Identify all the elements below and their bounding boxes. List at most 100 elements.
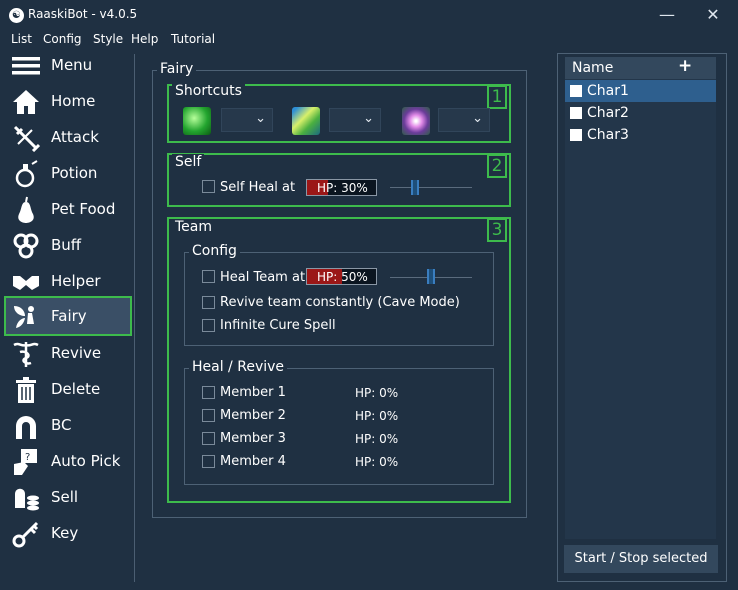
menu-config[interactable]: Config [43,32,82,46]
member-3-checkbox[interactable] [202,432,215,445]
char-row-1[interactable]: Char1 [565,80,716,102]
svg-text:?: ? [25,452,30,463]
wind-skill-icon [292,107,320,135]
sidebar-item-label: Fairy [51,307,87,325]
hamburger-icon [12,57,40,75]
sidebar-item-label: Potion [51,164,98,182]
house-icon [13,90,39,114]
add-char-button[interactable]: + [678,56,692,76]
char-3-name: Char3 [587,127,629,143]
infinite-cure-label: Infinite Cure Spell [220,318,336,333]
self-title: Self [172,154,205,170]
self-badge: 2 [487,154,507,178]
sidebar-item-label: Helper [51,272,101,290]
pear-icon [18,196,34,223]
sidebar-item-label: Delete [51,380,101,398]
trash-icon [16,377,36,403]
sidebar-item-home[interactable]: Home [4,84,132,120]
self-heal-slider-track[interactable] [390,187,472,188]
coins-icon [15,488,39,511]
fairy-icon [14,306,34,328]
shortcuts-title: Shortcuts [172,83,245,99]
sidebar-divider [134,54,135,582]
sidebar-item-label: Revive [51,344,102,362]
member-4-label: Member 4 [220,454,286,469]
self-heal-checkbox[interactable] [202,180,215,193]
revive-constantly-label: Revive team constantly (Cave Mode) [220,295,460,310]
infinite-cure-checkbox[interactable] [202,319,215,332]
sidebar-item-sell[interactable]: Sell [4,480,132,516]
shortcut-dropdown-2[interactable]: ⌄ [329,108,381,132]
member-2-label: Member 2 [220,408,286,423]
heal-team-label: Heal Team at [220,270,306,285]
minimize-button[interactable]: — [652,4,682,26]
handshake-icon [13,276,39,290]
team-hp-bar: HP: 50% [306,268,377,285]
sidebar-item-revive[interactable]: Revive [4,336,132,372]
heal-team-slider-thumb[interactable] [427,269,435,284]
sidebar-item-key[interactable]: Key [4,516,132,552]
horseshoe-icon [16,416,36,439]
char-2-checkbox[interactable] [570,107,582,119]
member-4-hp: HP: 0% [355,455,399,469]
sidebar-item-fairy[interactable]: Fairy [4,296,132,336]
char-list-body [565,79,716,539]
hand-card-icon: ? [14,449,37,475]
self-hp-bar: HP: 30% [306,179,377,196]
menu-list[interactable]: List [11,32,32,46]
caduceus-icon [13,342,39,367]
sidebar-item-potion[interactable]: Potion [4,156,132,192]
heal-team-checkbox[interactable] [202,270,215,283]
start-stop-button[interactable]: Start / Stop selected [564,545,718,573]
member-1-hp: HP: 0% [355,386,399,400]
green-skill-icon [183,107,211,135]
member-3-hp: HP: 0% [355,432,399,446]
char-1-checkbox[interactable] [570,85,582,97]
triskelion-icon [13,233,39,259]
sidebar-item-label: Sell [51,488,79,506]
member-2-hp: HP: 0% [355,409,399,423]
char-row-2[interactable]: Char2 [565,102,716,124]
sidebar-item-label: Auto Pick [51,452,121,470]
char-list-name-header[interactable]: Name [572,60,613,76]
sidebar-item-buff[interactable]: Buff [4,228,132,264]
chevron-down-icon: ⌄ [255,111,266,126]
menu-help[interactable]: Help [131,32,158,46]
shortcut-dropdown-1[interactable]: ⌄ [221,108,273,132]
sidebar-item-delete[interactable]: Delete [4,372,132,408]
sidebar-item-menu[interactable]: Menu [4,48,132,84]
sidebar-item-label: Pet Food [51,200,116,218]
sidebar-item-attack[interactable]: Attack [4,120,132,156]
sidebar-item-label: Buff [51,236,82,254]
char-row-3[interactable]: Char3 [565,124,716,146]
member-1-checkbox[interactable] [202,386,215,399]
sidebar-item-bc[interactable]: BC [4,408,132,444]
chevron-down-icon: ⌄ [472,111,483,126]
team-badge: 3 [487,218,507,242]
sidebar-item-label: BC [51,416,72,434]
self-hp-text: HP: 30% [317,181,368,195]
close-button[interactable]: ✕ [698,4,728,26]
menu-tutorial[interactable]: Tutorial [171,32,215,46]
app-logo-icon: ☯ [9,8,24,23]
sidebar-item-helper[interactable]: Helper [4,264,132,300]
shortcuts-badge: 1 [487,85,507,109]
member-3-label: Member 3 [220,431,286,446]
member-4-checkbox[interactable] [202,455,215,468]
sidebar-item-auto-pick[interactable]: ? Auto Pick [4,444,132,480]
member-2-checkbox[interactable] [202,409,215,422]
menu-style[interactable]: Style [93,32,123,46]
team-config-title: Config [189,243,240,259]
self-heal-slider-thumb[interactable] [410,180,419,195]
shortcut-dropdown-3[interactable]: ⌄ [438,108,490,132]
key-icon [12,521,39,548]
sidebar-item-label: Key [51,524,79,542]
sidebar-item-pet-food[interactable]: Pet Food [4,192,132,228]
char-3-checkbox[interactable] [570,129,582,141]
revive-constantly-checkbox[interactable] [202,296,215,309]
swords-icon [13,125,40,152]
char-1-name: Char1 [587,83,629,99]
window-title: RaaskiBot - v4.0.5 [28,7,138,21]
sidebar-item-label: Attack [51,128,99,146]
sidebar-item-label: Home [51,92,96,110]
